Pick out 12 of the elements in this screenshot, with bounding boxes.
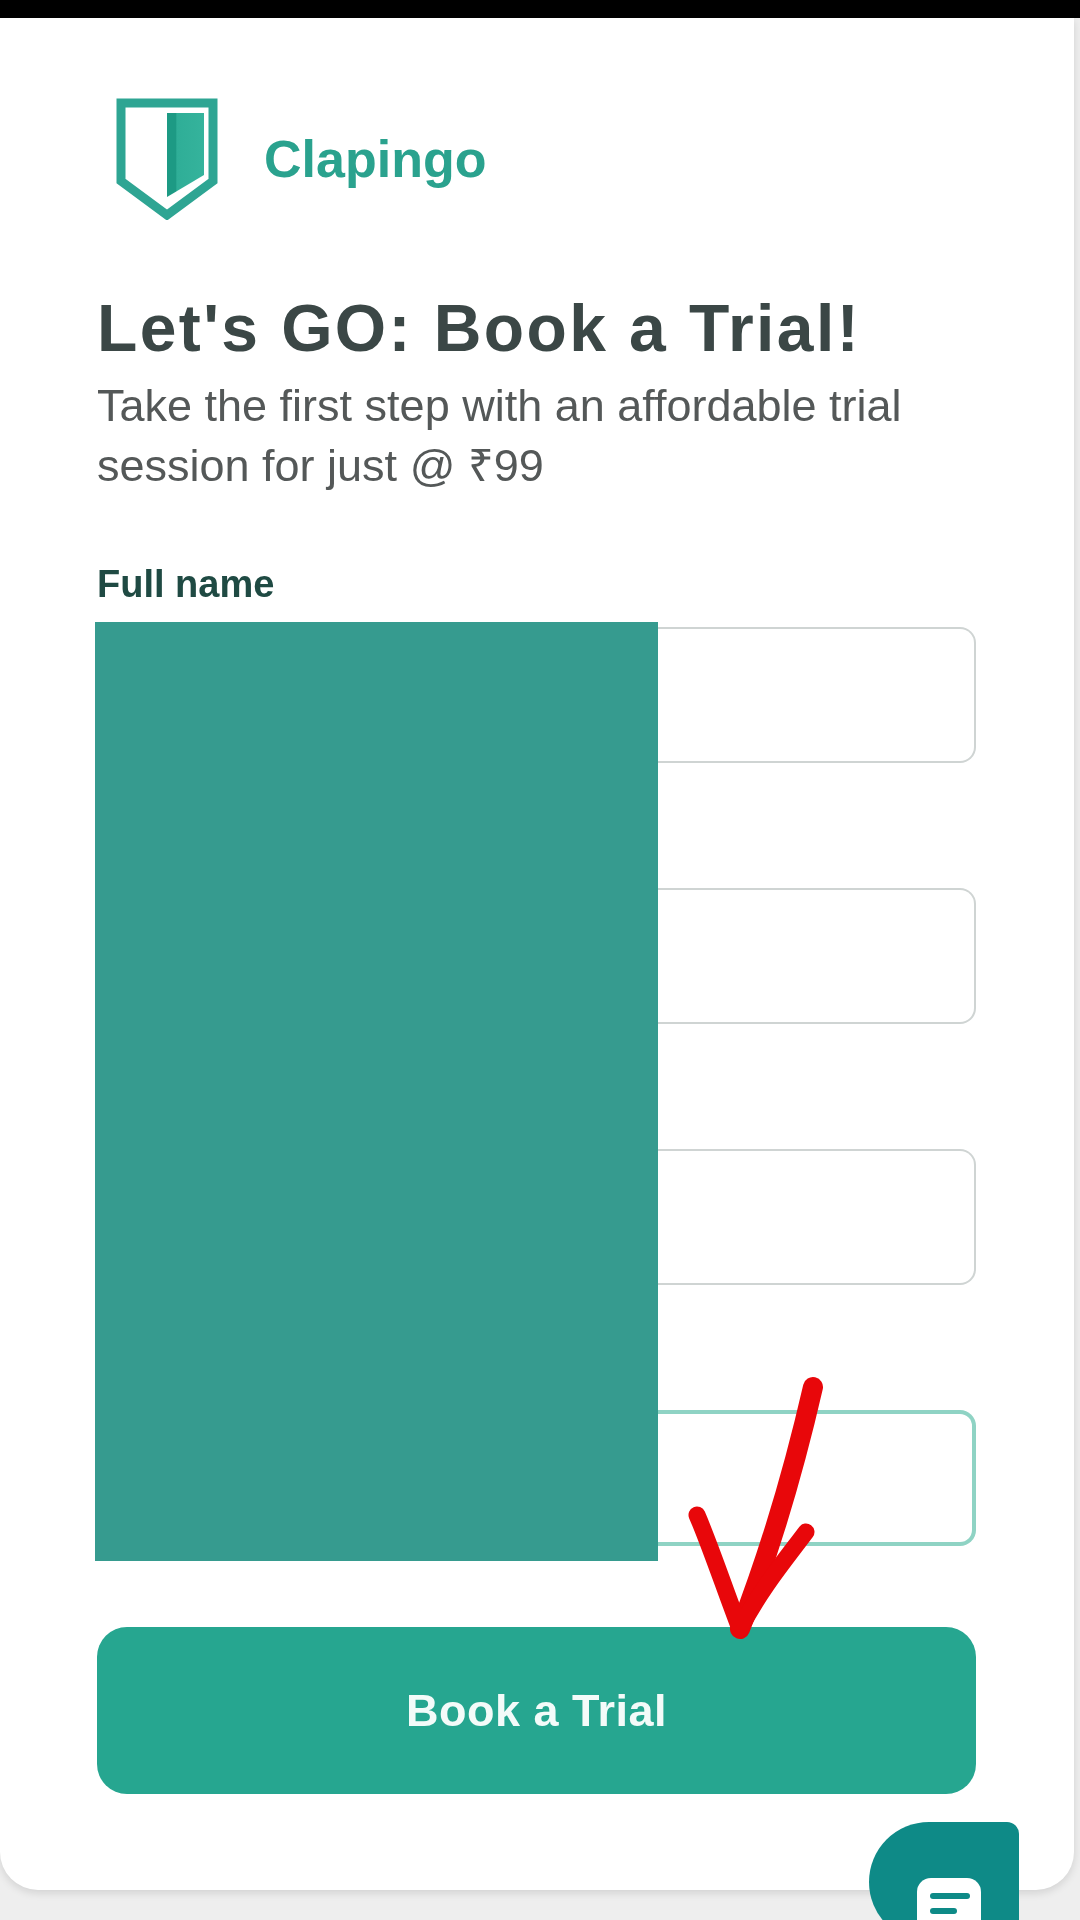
input-field[interactable]	[658, 1410, 976, 1546]
page-heading: Let's GO: Book a Trial!	[97, 290, 863, 367]
chat-button[interactable]	[869, 1822, 1019, 1920]
brand-name: Clapingo	[264, 129, 487, 189]
shield-logo-icon	[116, 98, 218, 220]
input-field[interactable]	[658, 1149, 976, 1285]
book-trial-button[interactable]: Book a Trial	[97, 1627, 976, 1794]
input-field[interactable]	[658, 627, 976, 763]
chat-bubble-icon	[917, 1878, 981, 1920]
input-field[interactable]	[658, 888, 976, 1024]
subtitle: Take the first step with an affordable trial session for just @ ₹99	[97, 379, 903, 493]
field-label: Full name	[97, 562, 275, 607]
